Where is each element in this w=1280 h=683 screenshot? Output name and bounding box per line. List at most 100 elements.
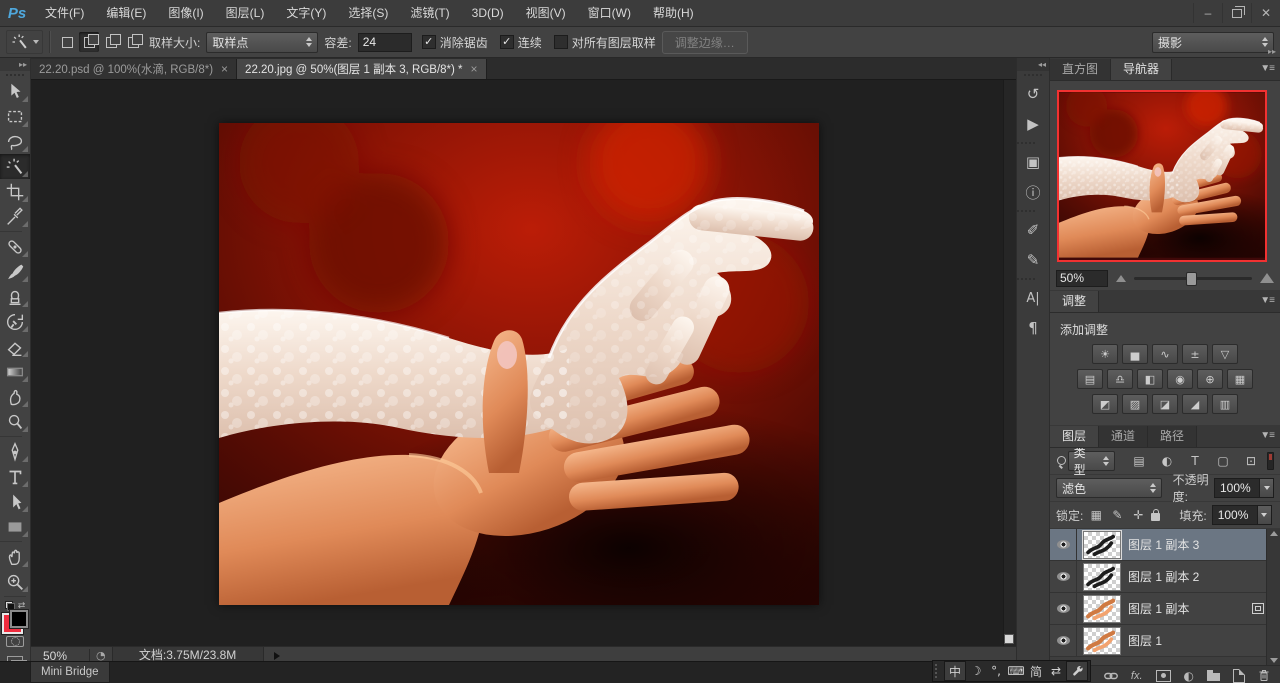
status-more-button[interactable] [274,652,280,660]
tab-layers-2[interactable]: 路径 [1148,426,1197,447]
delete-layer-icon[interactable] [1258,669,1270,682]
crop-tool[interactable] [0,179,30,204]
workspace-select[interactable]: 摄影 [1152,32,1274,53]
exposure-icon[interactable]: ± [1182,344,1208,364]
move-tool[interactable] [0,79,30,104]
add-to-selection-button[interactable] [79,32,99,52]
close-button[interactable]: ✕ [1251,3,1280,23]
canvas-vertical-scrollbar[interactable] [1003,80,1016,646]
document-tab-0[interactable]: 22.20.psd @ 100%(水滴, RGB/8*)× [31,59,237,79]
posterize-icon[interactable]: ▨ [1122,394,1148,414]
new-adjustment-layer-icon[interactable]: ◐ [1184,669,1194,683]
restore-button[interactable] [1222,3,1251,23]
filter-kind-select[interactable]: 类型 [1068,451,1115,471]
tab-layers-0[interactable]: 图层 [1050,426,1099,447]
eye-icon[interactable] [1057,604,1070,613]
lock-paint-icon[interactable]: ✎ [1109,508,1125,522]
toolbar-collapse-button[interactable]: ▸▸ [0,58,30,71]
layer-list-scrollbar[interactable] [1266,529,1280,665]
canvas[interactable] [31,80,1016,646]
slider-thumb[interactable] [1186,272,1197,286]
checkbox-对所有图层取样[interactable]: 对所有图层取样 [554,34,656,51]
new-layer-icon[interactable] [1233,669,1245,683]
levels-icon[interactable]: ▅ [1122,344,1148,364]
menu-item-2[interactable]: 图像(I) [157,0,214,26]
brush-panel-icon[interactable]: ✐ [1017,215,1049,245]
checkbox-连续[interactable]: ✓连续 [500,34,542,51]
toolbar-grip[interactable] [6,74,24,76]
tab-layers-1[interactable]: 通道 [1099,426,1148,447]
menu-item-10[interactable]: 帮助(H) [642,0,705,26]
layer-thumbnail[interactable] [1083,563,1121,591]
checkbox-消除锯齿[interactable]: ✓消除锯齿 [422,34,488,51]
lock-position-icon[interactable]: ✛ [1130,508,1146,522]
scroll-up-icon[interactable] [1270,531,1278,536]
type-tool[interactable] [0,464,30,489]
channel-mixer-icon[interactable]: ⊕ [1197,369,1223,389]
menu-item-6[interactable]: 滤镜(T) [399,0,460,26]
tab-nav-1[interactable]: 导航器 [1111,59,1172,80]
eye-icon[interactable] [1057,636,1070,645]
hand-tool[interactable] [0,544,30,569]
dodge-tool[interactable] [0,409,30,434]
gradient-tool[interactable] [0,359,30,384]
visibility-cell[interactable] [1050,593,1077,624]
selective-color-icon[interactable]: ▥ [1212,394,1238,414]
marquee-tool[interactable] [0,104,30,129]
layer-row-0[interactable]: 图层 1 副本 3 [1050,529,1280,561]
refine-edge-button[interactable]: 调整边缘… [662,31,748,54]
visibility-cell[interactable] [1050,625,1077,656]
dock-grip[interactable] [1024,74,1042,76]
menu-item-9[interactable]: 窗口(W) [577,0,642,26]
new-group-icon[interactable] [1207,673,1220,681]
visibility-cell[interactable] [1050,561,1077,592]
scroll-down-icon[interactable] [1270,658,1278,663]
type-layer-filter-icon[interactable]: T [1184,452,1206,470]
visibility-cell[interactable] [1050,529,1077,560]
shape-tool[interactable] [0,514,30,539]
ime-keyboard-icon[interactable]: ⌨ [1006,662,1026,680]
navigator-zoom-input[interactable]: 50% [1056,270,1108,287]
zoom-tool[interactable] [0,569,30,594]
zoom-in-icon[interactable] [1260,273,1274,283]
lock-all-icon[interactable] [1151,513,1160,521]
panel-menu-icon[interactable]: ▼≡ [1260,430,1274,441]
navigator-proxy-view[interactable] [1057,90,1267,262]
clone-stamp-tool[interactable] [0,284,30,309]
pixel-layer-filter-icon[interactable]: ▤ [1128,452,1150,470]
menu-item-8[interactable]: 视图(V) [515,0,577,26]
layer-thumbnail[interactable] [1083,627,1121,655]
history-panel-icon[interactable]: ↺ [1017,79,1049,109]
fill-dropdown-button[interactable] [1257,506,1271,524]
ime-switch-icon[interactable]: ⇄ [1046,662,1066,680]
adjustment-layer-filter-icon[interactable]: ◐ [1156,452,1178,470]
black-white-icon[interactable]: ◧ [1137,369,1163,389]
link-layers-icon[interactable] [1104,671,1118,681]
brush-tool[interactable] [0,259,30,284]
menu-item-5[interactable]: 选择(S) [337,0,399,26]
properties-panel-icon[interactable]: ▣ [1017,147,1049,177]
navigator-zoom-slider[interactable] [1134,277,1252,280]
eraser-tool[interactable] [0,334,30,359]
tab-close-icon[interactable]: × [471,62,478,76]
quick-mask-button[interactable] [6,636,24,647]
layer-row-3[interactable]: 图层 1 [1050,625,1280,657]
dock-collapse-button[interactable]: ◂◂ [1017,58,1049,71]
blend-mode-select[interactable]: 滤色 [1056,478,1162,498]
color-lookup-icon[interactable]: ▦ [1227,369,1253,389]
menu-item-3[interactable]: 图层(L) [215,0,276,26]
layer-thumbnail[interactable] [1083,531,1121,559]
curves-icon[interactable]: ∿ [1152,344,1178,364]
paragraph-panel-icon[interactable]: ¶ [1017,313,1049,343]
path-selection-tool[interactable] [0,489,30,514]
character-panel-icon[interactable]: A| [1017,283,1049,313]
eye-icon[interactable] [1057,540,1070,549]
tolerance-input[interactable]: 24 [358,33,412,52]
actions-panel-icon[interactable]: ▶ [1017,109,1049,139]
fill-input[interactable]: 100% [1212,505,1272,525]
layer-row-1[interactable]: 图层 1 副本 2 [1050,561,1280,593]
smart-object-filter-icon[interactable]: ⊡ [1240,452,1262,470]
vibrance-icon[interactable]: ▽ [1212,344,1238,364]
panel-menu-icon[interactable]: ▼≡ [1260,63,1274,74]
filter-toggle-switch[interactable] [1267,452,1274,470]
